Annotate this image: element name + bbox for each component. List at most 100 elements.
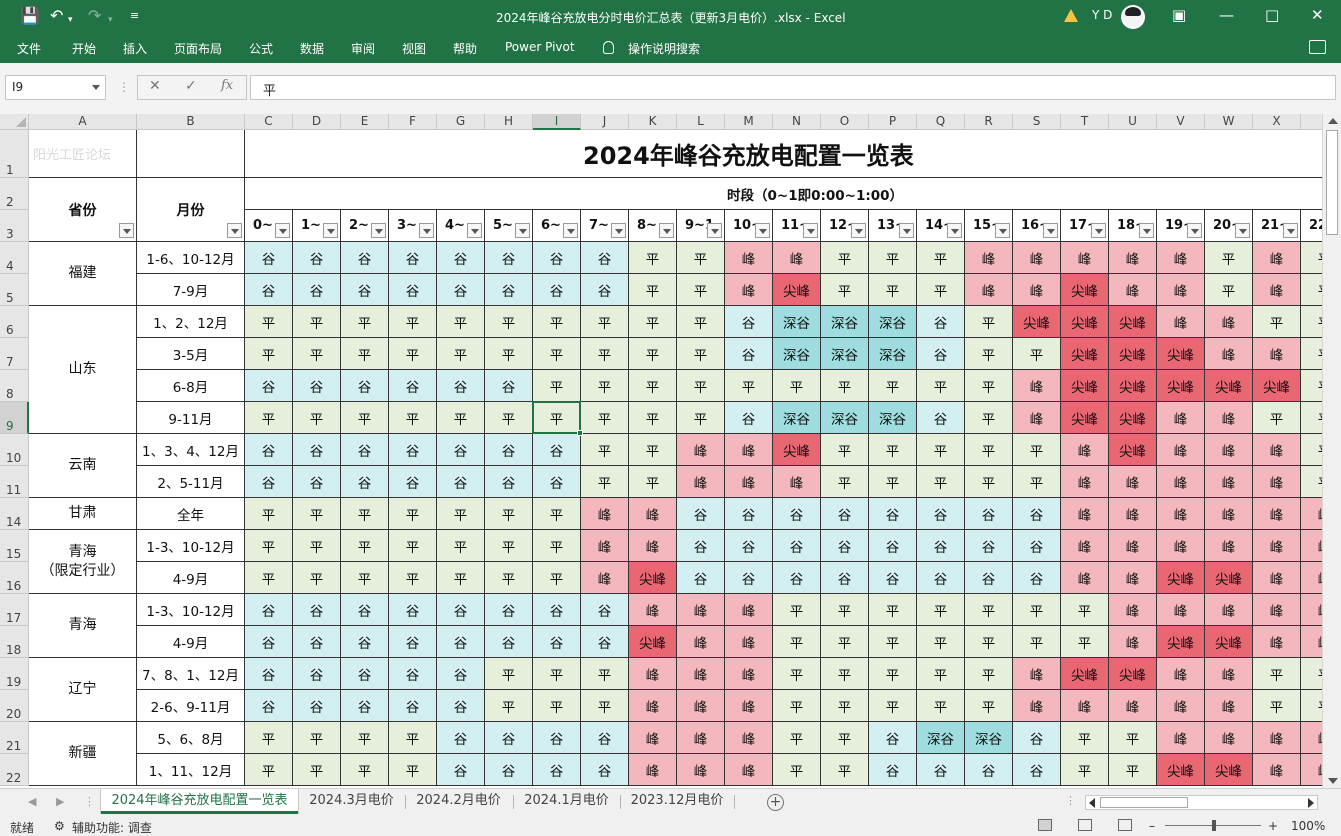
rate-cell[interactable]: 平 xyxy=(341,722,389,754)
month-cell[interactable]: 6-8月 xyxy=(137,370,245,402)
rate-cell[interactable]: 谷 xyxy=(437,754,485,786)
rate-cell[interactable]: 尖峰 xyxy=(1061,402,1109,434)
rate-cell[interactable]: 谷 xyxy=(245,242,293,274)
rate-cell[interactable]: 峰 xyxy=(1109,562,1157,594)
rate-cell[interactable]: 谷 xyxy=(1013,498,1061,530)
rate-cell[interactable]: 谷 xyxy=(437,434,485,466)
rate-cell[interactable]: 平 xyxy=(1301,306,1322,338)
row-header[interactable]: 1 xyxy=(0,130,29,178)
rate-cell[interactable]: 平 xyxy=(389,498,437,530)
rate-cell[interactable]: 平 xyxy=(293,530,341,562)
rate-cell[interactable]: 谷 xyxy=(917,306,965,338)
rate-cell[interactable]: 峰 xyxy=(1253,434,1301,466)
rate-cell[interactable]: 平 xyxy=(1061,722,1109,754)
row-header[interactable]: 19 xyxy=(0,658,29,690)
tab-view[interactable]: 视图 xyxy=(402,40,426,57)
filter-button[interactable] xyxy=(227,223,242,238)
rate-cell[interactable]: 谷 xyxy=(965,562,1013,594)
rate-cell[interactable]: 平 xyxy=(965,402,1013,434)
filter-button[interactable] xyxy=(467,223,482,238)
chevron-down-icon[interactable] xyxy=(999,229,1007,234)
rate-cell[interactable]: 谷 xyxy=(437,274,485,306)
rate-cell[interactable]: 谷 xyxy=(293,690,341,722)
rate-cell[interactable]: 峰 xyxy=(677,594,725,626)
rate-cell[interactable]: 平 xyxy=(629,338,677,370)
rate-cell[interactable]: 谷 xyxy=(917,530,965,562)
column-header[interactable]: X xyxy=(1253,114,1301,130)
rate-cell[interactable]: 峰 xyxy=(629,690,677,722)
rate-cell[interactable]: 平 xyxy=(341,498,389,530)
rate-cell[interactable]: 平 xyxy=(1013,626,1061,658)
rate-cell[interactable]: 谷 xyxy=(437,594,485,626)
rate-cell[interactable]: 平 xyxy=(245,530,293,562)
column-header[interactable]: O xyxy=(821,114,869,130)
rate-cell[interactable]: 谷 xyxy=(293,370,341,402)
rate-cell[interactable]: 峰 xyxy=(1253,722,1301,754)
rate-cell[interactable]: 谷 xyxy=(245,626,293,658)
rate-cell[interactable]: 平 xyxy=(533,370,581,402)
rate-cell[interactable]: 谷 xyxy=(677,530,725,562)
rate-cell[interactable]: 峰 xyxy=(677,466,725,498)
filter-button[interactable] xyxy=(1043,223,1058,238)
rate-cell[interactable]: 平 xyxy=(485,530,533,562)
rate-cell[interactable]: 谷 xyxy=(341,626,389,658)
rate-cell[interactable]: 峰 xyxy=(1205,306,1253,338)
month-cell[interactable]: 1-3、10-12月 xyxy=(137,594,245,626)
rate-cell[interactable]: 峰 xyxy=(1301,530,1322,562)
rate-cell[interactable]: 深谷 xyxy=(773,338,821,370)
rate-cell[interactable]: 谷 xyxy=(917,338,965,370)
rate-cell[interactable]: 尖峰 xyxy=(1109,402,1157,434)
rate-cell[interactable]: 平 xyxy=(773,594,821,626)
rate-cell[interactable]: 平 xyxy=(245,754,293,786)
rate-cell[interactable]: 峰 xyxy=(725,594,773,626)
rate-cell[interactable]: 平 xyxy=(965,338,1013,370)
zoom-out-icon[interactable]: – xyxy=(1149,819,1155,833)
month-cell[interactable]: 7、8、1、12月 xyxy=(137,658,245,690)
rate-cell[interactable]: 平 xyxy=(1253,658,1301,690)
row-header[interactable]: 10 xyxy=(0,434,29,466)
minimize-icon[interactable]: — xyxy=(1219,5,1234,25)
close-icon[interactable]: ✕ xyxy=(1311,5,1324,25)
rate-cell[interactable]: 平 xyxy=(245,722,293,754)
rate-cell[interactable]: 峰 xyxy=(629,754,677,786)
column-header[interactable]: Q xyxy=(917,114,965,130)
rate-cell[interactable]: 尖峰 xyxy=(1157,754,1205,786)
row-header[interactable]: 7 xyxy=(0,338,29,370)
rate-cell[interactable]: 平 xyxy=(389,722,437,754)
rate-cell[interactable]: 平 xyxy=(965,690,1013,722)
rate-cell[interactable]: 平 xyxy=(533,402,581,434)
rate-cell[interactable]: 谷 xyxy=(437,370,485,402)
formula-input[interactable]: 平 xyxy=(250,75,1336,100)
rate-cell[interactable]: 峰 xyxy=(1109,594,1157,626)
rate-cell[interactable]: 平 xyxy=(725,370,773,402)
month-cell[interactable]: 1-6、10-12月 xyxy=(137,242,245,274)
rate-cell[interactable]: 平 xyxy=(821,466,869,498)
rate-cell[interactable]: 平 xyxy=(1061,594,1109,626)
save-icon[interactable]: 💾 xyxy=(20,6,40,26)
rate-cell[interactable]: 谷 xyxy=(389,690,437,722)
tab-review[interactable]: 审阅 xyxy=(351,40,375,57)
rate-cell[interactable]: 峰 xyxy=(1109,466,1157,498)
filter-button[interactable] xyxy=(659,223,674,238)
rate-cell[interactable]: 峰 xyxy=(1253,466,1301,498)
rate-cell[interactable]: 尖峰 xyxy=(629,562,677,594)
rate-cell[interactable]: 平 xyxy=(773,690,821,722)
rate-cell[interactable]: 峰 xyxy=(1061,562,1109,594)
undo-icon[interactable]: ↶ xyxy=(50,6,63,26)
row-header[interactable]: 4 xyxy=(0,242,29,274)
filter-button[interactable] xyxy=(947,223,962,238)
rate-cell[interactable]: 谷 xyxy=(341,690,389,722)
rate-cell[interactable]: 峰 xyxy=(1157,274,1205,306)
rate-cell[interactable]: 谷 xyxy=(917,498,965,530)
rate-cell[interactable]: 平 xyxy=(1061,626,1109,658)
row-header[interactable]: 15 xyxy=(0,530,29,562)
rate-cell[interactable]: 尖峰 xyxy=(1205,562,1253,594)
column-header[interactable]: A xyxy=(29,114,137,130)
rate-cell[interactable]: 谷 xyxy=(341,370,389,402)
chevron-down-icon[interactable] xyxy=(1095,229,1103,234)
filter-button[interactable] xyxy=(419,223,434,238)
rate-cell[interactable]: 平 xyxy=(1301,434,1322,466)
rate-cell[interactable]: 谷 xyxy=(725,306,773,338)
rate-cell[interactable]: 谷 xyxy=(533,594,581,626)
rate-cell[interactable]: 平 xyxy=(437,402,485,434)
